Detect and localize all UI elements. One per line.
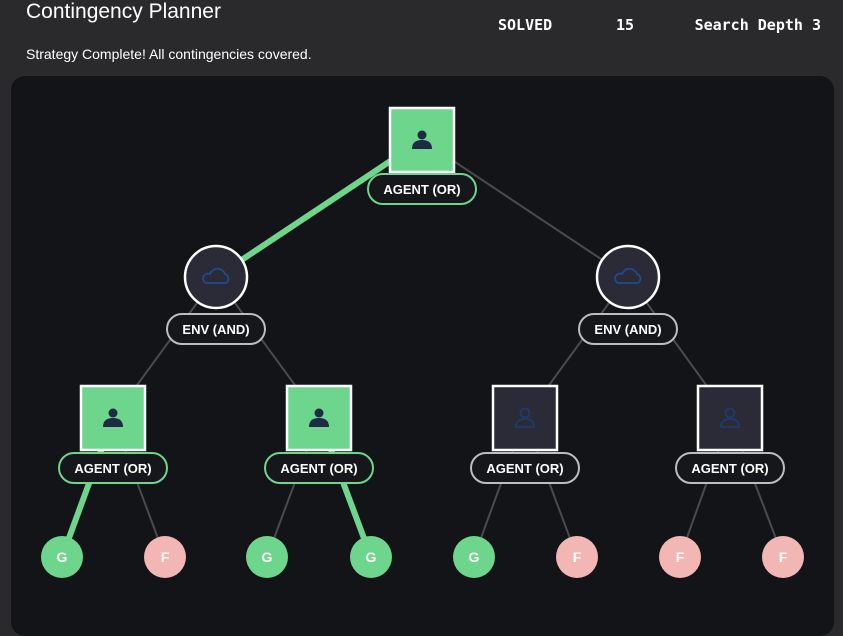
node-label: AGENT (OR) bbox=[367, 173, 477, 205]
goal-leaf[interactable]: G bbox=[41, 536, 83, 578]
leaf-letter: G bbox=[262, 549, 273, 565]
fail-leaf[interactable]: F bbox=[659, 536, 701, 578]
fail-leaf[interactable]: F bbox=[762, 536, 804, 578]
agent-node-3[interactable] bbox=[491, 384, 559, 452]
leaf-letter: F bbox=[161, 549, 170, 565]
leaf-letter: F bbox=[779, 549, 788, 565]
goal-leaf[interactable]: G bbox=[246, 536, 288, 578]
node-label: ENV (AND) bbox=[166, 313, 266, 345]
node-label: AGENT (OR) bbox=[264, 452, 374, 484]
agent-node-4[interactable] bbox=[696, 384, 764, 452]
leaf-letter: G bbox=[469, 549, 480, 565]
leaf-letter: F bbox=[573, 549, 582, 565]
env-node-1[interactable] bbox=[183, 244, 249, 310]
env-node-2[interactable] bbox=[595, 244, 661, 310]
node-label-text: AGENT (OR) bbox=[691, 461, 768, 476]
root-agent-node[interactable] bbox=[388, 106, 456, 174]
node-label: AGENT (OR) bbox=[470, 452, 580, 484]
node-label-text: AGENT (OR) bbox=[280, 461, 357, 476]
leaf-letter: G bbox=[57, 549, 68, 565]
leaf-letter: G bbox=[366, 549, 377, 565]
leaf-letter: F bbox=[676, 549, 685, 565]
strategy-tree: AGENT (OR) ENV (AND) ENV (AND) AGENT (OR) AG… bbox=[41, 106, 804, 578]
node-label-text: AGENT (OR) bbox=[74, 461, 151, 476]
agent-node-1[interactable] bbox=[79, 384, 147, 452]
goal-leaf[interactable]: G bbox=[453, 536, 495, 578]
node-label: ENV (AND) bbox=[578, 313, 678, 345]
node-label: AGENT (OR) bbox=[675, 452, 785, 484]
node-label-text: ENV (AND) bbox=[182, 322, 249, 337]
agent-node-2[interactable] bbox=[285, 384, 353, 452]
nodes: AGENT (OR) ENV (AND) ENV (AND) AGENT (OR) AG… bbox=[41, 106, 804, 578]
node-label-text: ENV (AND) bbox=[594, 322, 661, 337]
node-label-text: AGENT (OR) bbox=[383, 182, 460, 197]
fail-leaf[interactable]: F bbox=[144, 536, 186, 578]
node-label-text: AGENT (OR) bbox=[486, 461, 563, 476]
node-label: AGENT (OR) bbox=[58, 452, 168, 484]
fail-leaf[interactable]: F bbox=[556, 536, 598, 578]
goal-leaf[interactable]: G bbox=[350, 536, 392, 578]
